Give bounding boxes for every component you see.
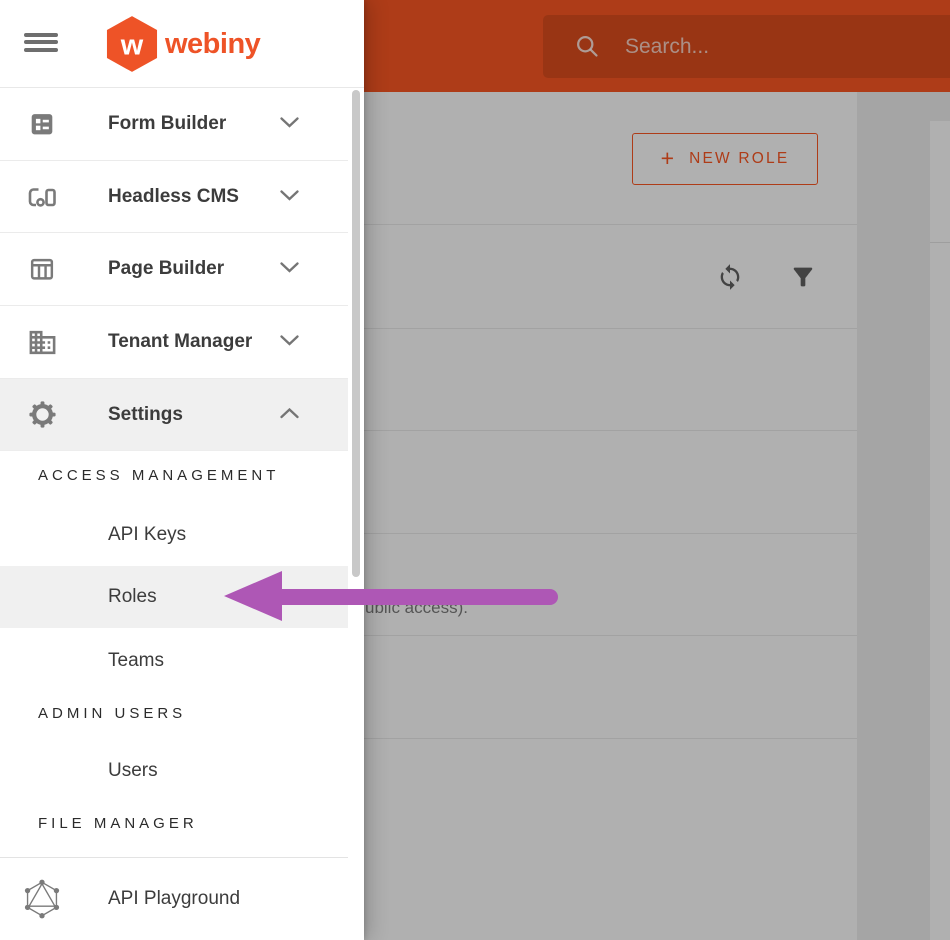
section-header-access-management: ACCESS MANAGEMENT [38,467,280,484]
sidebar-item-label: API Keys [108,524,187,545]
sidebar-item-label: Teams [108,650,164,671]
sidebar-item-label: Users [108,760,158,781]
sidebar-item-headless-cms[interactable]: Headless CMS [0,161,348,233]
navigation-drawer: w webiny Form Builder Headless CMS Page … [0,0,364,940]
sidebar-item-tenant-manager[interactable]: Tenant Manager [0,306,348,379]
sidebar-item-page-builder[interactable]: Page Builder [0,233,348,306]
drawer-scrollbar-thumb[interactable] [352,90,360,577]
sidebar-item-settings[interactable]: Settings [0,379,348,451]
drawer-header: w webiny [0,0,364,88]
sidebar-item-label: Headless CMS [108,185,239,207]
chevron-down-icon [280,115,299,133]
sidebar-item-label: Tenant Manager [108,331,253,352]
settings-gear-icon [21,379,63,450]
sidebar-item-label: API Playground [108,888,241,909]
brand-name: webiny [165,27,261,60]
section-header-admin-users: ADMIN USERS [38,705,187,722]
section-header-file-manager: FILE MANAGER [38,815,198,832]
svg-text:w: w [120,30,144,62]
chevron-down-icon [280,260,299,278]
hamburger-menu-button[interactable] [24,28,60,60]
webiny-hexagon-logo-icon: w [106,16,158,72]
tenant-manager-icon [21,306,63,378]
sidebar-item-label: Roles [108,586,157,607]
sidebar-item-users[interactable]: Users [0,740,348,802]
sidebar-item-roles[interactable]: Roles [0,566,348,628]
chevron-down-icon [280,333,299,351]
sidebar-item-form-builder[interactable]: Form Builder [0,88,348,161]
page-builder-icon [21,233,63,305]
sidebar-item-label: Settings [108,403,183,425]
graphql-icon [21,858,63,940]
sidebar-item-api-keys[interactable]: API Keys [0,504,348,566]
sidebar-item-label: Form Builder [108,113,227,134]
sidebar-item-teams[interactable]: Teams [0,630,348,692]
webiny-admin-screen: + NEW ROLE ublic access). [0,0,950,940]
sidebar-item-api-playground[interactable]: API Playground [0,858,348,940]
chevron-down-icon [280,188,299,206]
sidebar-item-label: Page Builder [108,258,225,279]
webiny-logo: w webiny [106,13,261,75]
headless-cms-icon [21,161,63,232]
form-builder-icon [21,88,63,160]
chevron-up-icon [280,406,299,424]
